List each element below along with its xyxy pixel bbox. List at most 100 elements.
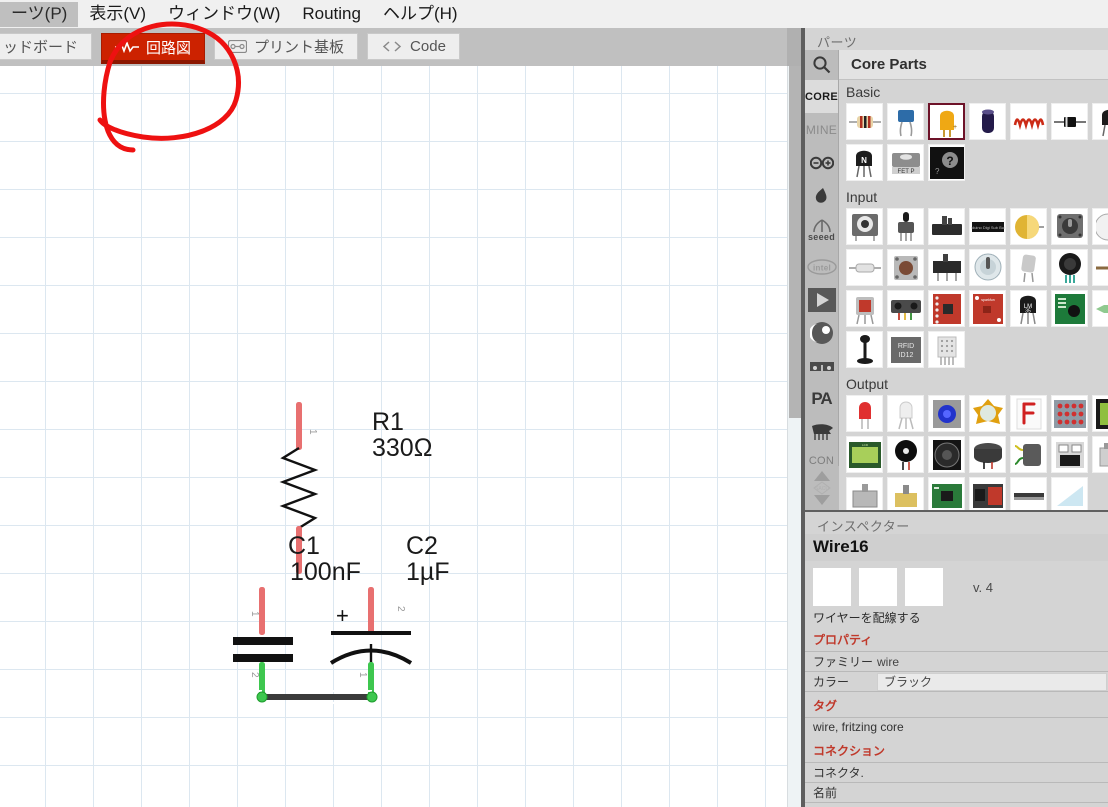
tab-breadboard[interactable]: ッドボード <box>0 33 93 60</box>
color-dropdown[interactable]: ブラック <box>877 672 1107 691</box>
play-icon <box>807 287 836 312</box>
part-dc-motor[interactable] <box>1010 436 1047 473</box>
part-stepper-driver[interactable] <box>1051 436 1088 473</box>
part-servo-motor[interactable] <box>887 477 924 510</box>
part-inductor[interactable] <box>1010 103 1047 140</box>
svg-text:1: 1 <box>249 611 260 617</box>
bin-tab-core[interactable]: CORE <box>805 80 838 113</box>
part-cylinder-capacitor[interactable] <box>969 103 1006 140</box>
tab-pcb-label: プリント基板 <box>254 39 345 56</box>
inspector-row-family: ファミリー wire <box>805 652 1108 672</box>
inspector-description: ワイヤーを配線する <box>813 611 921 625</box>
part-led-matrix[interactable] <box>1051 395 1088 432</box>
part-pcb-green[interactable] <box>928 477 965 510</box>
part-stepper-motor[interactable] <box>846 477 883 510</box>
section-label-input: Input <box>846 189 878 205</box>
schematic-canvas[interactable]: 1 1 2 2 + 1 R1 330Ω C1 100nF C2 1µF <box>0 66 787 807</box>
inspector-key-name: 名前 <box>813 786 838 800</box>
part-ir-distance-sensor[interactable] <box>887 290 924 327</box>
part-green-sensor-board[interactable] <box>1051 290 1088 327</box>
part-resistor[interactable] <box>846 103 883 140</box>
inspector-thumb-pcb[interactable] <box>905 568 943 606</box>
part-force-sensor[interactable] <box>1051 249 1088 286</box>
part-flex-sensor[interactable] <box>846 290 883 327</box>
tab-pcb[interactable]: プリント基板 <box>214 33 359 60</box>
part-servo-edge[interactable] <box>1092 436 1108 473</box>
part-sparkfun-breakout[interactable] <box>928 290 965 327</box>
bin-tab-moon[interactable] <box>805 316 838 349</box>
part-slide-switch[interactable] <box>928 249 965 286</box>
part-dht-humidity-sensor[interactable] <box>928 331 965 368</box>
part-microphone[interactable] <box>846 331 883 368</box>
part-npn-transistor[interactable]: N <box>846 144 883 181</box>
menu-item-window[interactable]: ウィンドウ(W) <box>157 2 291 27</box>
part-toggle-switch[interactable] <box>969 249 1006 286</box>
inspector-part-name: Wire16 <box>805 534 1108 561</box>
tab-code[interactable]: Code <box>367 33 460 60</box>
part-piezo-buzzer[interactable] <box>887 436 924 473</box>
search-icon[interactable] <box>805 49 839 80</box>
parts-bin-grid[interactable]: Basic + N FET P ? ? Input duino Digi Sub… <box>839 80 1108 510</box>
bin-tab-seeed[interactable]: seeed <box>805 212 838 250</box>
bin-tab-intel[interactable]: intel <box>805 250 838 283</box>
inspector-row-color[interactable]: カラー ブラック <box>805 672 1108 692</box>
tab-code-label: Code <box>410 38 446 55</box>
bin-tab-glasses[interactable] <box>805 349 838 382</box>
part-dial-edge[interactable]: BCDEF PROB <box>1092 208 1108 245</box>
canvas-scroll-thumb[interactable] <box>789 66 801 418</box>
part-lcd-green-edge[interactable] <box>1092 395 1108 432</box>
inspector-thumb-schematic[interactable] <box>859 568 897 606</box>
inspector-tags-value: wire, fritzing core <box>813 720 904 734</box>
part-trimpot[interactable] <box>846 208 883 245</box>
part-red-led[interactable] <box>846 395 883 432</box>
menu-item-parts[interactable]: ーツ(P) <box>0 1 79 27</box>
bird-icon <box>811 423 833 440</box>
menu-bar: ーツ(P) 表示(V) ウィンドウ(W) Routing ヘルプ(H) <box>0 0 1108 28</box>
part-led-star[interactable] <box>969 395 1006 432</box>
bin-tab-bird[interactable] <box>805 415 838 448</box>
part-rotary-encoder-gold[interactable] <box>1010 208 1047 245</box>
part-mystery-part[interactable]: ? ? <box>928 144 965 181</box>
bin-tab-seeed-label: seeed <box>807 232 836 243</box>
part-mosfet[interactable]: FET P <box>887 144 924 181</box>
part-seven-segment-display[interactable] <box>1010 395 1047 432</box>
part-rotary-potentiometer[interactable] <box>887 208 924 245</box>
part-clear-led[interactable] <box>887 395 924 432</box>
tab-schematic[interactable]: 回路図 <box>101 33 206 64</box>
inspector-thumb-breadboard[interactable] <box>813 568 851 606</box>
bin-tab-pa[interactable]: PA <box>805 382 838 415</box>
part-sparkfun-board[interactable]: sparkfun <box>969 290 1006 327</box>
part-ribbon-connector[interactable] <box>1010 477 1047 510</box>
bin-tab-arduino[interactable] <box>805 146 838 179</box>
part-electrolytic-capacitor[interactable]: + <box>928 103 965 140</box>
part-rotary-switch[interactable] <box>1051 208 1088 245</box>
menu-item-routing[interactable]: Routing <box>291 2 372 27</box>
bin-tab-sparkfun[interactable] <box>805 179 838 212</box>
part-dip-switch[interactable]: Arduino Digi Sub Build <box>969 208 1006 245</box>
part-lcd-blank[interactable] <box>1051 477 1088 510</box>
bin-tab-mine[interactable]: MINE <box>805 113 838 146</box>
part-relay-board[interactable] <box>969 477 1006 510</box>
part-slide-switch-black[interactable] <box>928 208 965 245</box>
part-rfid-id12[interactable]: RFID ID12 <box>887 331 924 368</box>
menu-item-view[interactable]: 表示(V) <box>78 2 157 27</box>
part-pushbutton[interactable] <box>887 249 924 286</box>
part-tilt-sensor[interactable] <box>1010 249 1047 286</box>
part-lm35-sensor[interactable]: LM 35 <box>1010 290 1047 327</box>
part-probe-edge[interactable] <box>1092 249 1108 286</box>
label-r1-ref: R1 <box>372 408 404 436</box>
part-round-speaker[interactable] <box>969 436 1006 473</box>
menu-item-help[interactable]: ヘルプ(H) <box>372 2 469 27</box>
inspector-key-connector: コネクタ. <box>813 766 864 780</box>
canvas-vertical-scrollbar[interactable] <box>787 66 801 807</box>
part-transistor-edge[interactable] <box>1092 103 1108 140</box>
part-ceramic-capacitor[interactable] <box>887 103 924 140</box>
bin-tab-play[interactable] <box>805 283 838 316</box>
part-diode[interactable] <box>1051 103 1088 140</box>
part-lcd-display[interactable]: LCD <box>846 436 883 473</box>
part-fuse[interactable] <box>846 249 883 286</box>
part-rgb-led[interactable] <box>928 395 965 432</box>
part-pen-edge[interactable] <box>1092 290 1108 327</box>
up-down-scroll-icon[interactable]: SACU <box>805 466 839 510</box>
part-speaker[interactable] <box>928 436 965 473</box>
